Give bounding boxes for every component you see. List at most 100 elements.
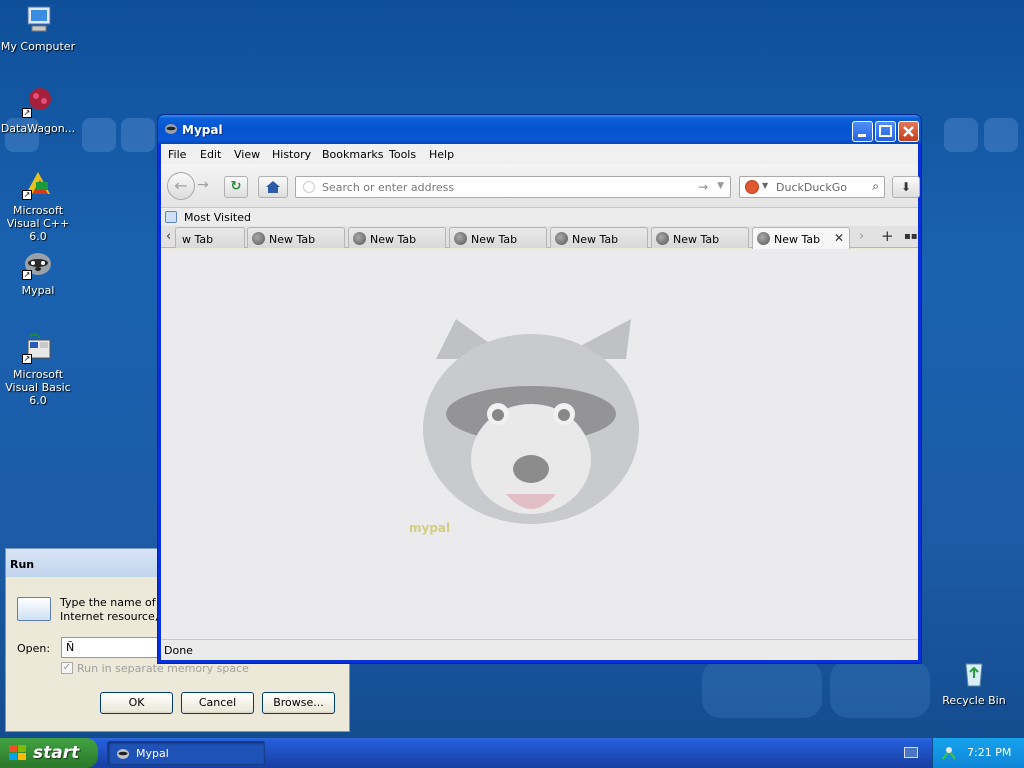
menu-file[interactable]: File — [168, 148, 186, 161]
close-icon — [903, 126, 914, 137]
shortcut-arrow-icon: ↗ — [22, 108, 32, 118]
back-button[interactable]: ← — [167, 172, 195, 200]
desktop-icon-recycle-bin[interactable]: Recycle Bin — [934, 658, 1014, 707]
window-titlebar[interactable]: Mypal — [158, 115, 921, 144]
tab-label: New Tab — [673, 233, 720, 246]
ok-button[interactable]: OK — [100, 692, 173, 714]
tab[interactable]: New Tab — [348, 227, 446, 248]
tab-strip: ‹ w Tab New Tab New Tab New Tab New Tab — [161, 226, 918, 249]
desktop-decoration — [830, 660, 930, 718]
bookmark-most-visited[interactable]: Most Visited — [184, 211, 251, 224]
new-tab-icon[interactable]: + — [881, 227, 894, 245]
status-text: Done — [164, 644, 193, 657]
history-dropdown-icon[interactable]: ▼ — [717, 181, 724, 191]
download-icon: ⬇ — [900, 180, 912, 194]
search-bar[interactable]: ▼ DuckDuckGo ⌕ — [739, 176, 885, 198]
mypal-raccoon-icon — [116, 747, 130, 761]
desktop-icon-label: My Computer — [0, 40, 76, 53]
taskbar-item-mypal[interactable]: Mypal — [107, 741, 265, 765]
tab[interactable]: New Tab — [247, 227, 345, 248]
tab-label: New Tab — [471, 233, 518, 246]
cancel-button[interactable]: Cancel — [181, 692, 254, 714]
reload-button[interactable]: ↻ — [224, 176, 248, 198]
tab-label: New Tab — [269, 233, 316, 246]
home-button[interactable] — [258, 176, 288, 198]
maximize-button[interactable] — [875, 121, 896, 142]
mypal-raccoon-icon — [164, 122, 178, 136]
address-placeholder: Search or enter address — [322, 181, 455, 194]
navigation-toolbar: ← → ↻ Search or enter address → ▼ ▼ Duck… — [161, 164, 920, 208]
keyboard-icon[interactable] — [904, 747, 918, 758]
tab[interactable]: w Tab — [175, 227, 245, 248]
desktop-decoration — [944, 118, 978, 152]
start-button[interactable]: start — [0, 738, 98, 768]
desktop-icon-mypal[interactable]: ↗ Mypal — [0, 248, 78, 297]
taskbar: start Mypal 7:21 PM — [0, 738, 1024, 768]
go-arrow-icon[interactable]: → — [698, 180, 708, 194]
globe-icon — [757, 232, 770, 245]
tab[interactable]: New Tab — [550, 227, 648, 248]
list-all-tabs-icon[interactable]: ▪▪ — [904, 231, 918, 242]
desktop-icon-label: Mypal — [21, 284, 55, 297]
menu-view[interactable]: View — [234, 148, 260, 161]
system-tray: 7:21 PM — [932, 738, 1024, 768]
home-icon — [266, 181, 280, 193]
status-bar: Done — [161, 639, 918, 660]
computer-icon — [22, 4, 54, 36]
arrow-left-icon: ← — [174, 176, 188, 195]
clock[interactable]: 7:21 PM — [967, 746, 1011, 759]
run-open-label: Open: — [17, 642, 51, 655]
menu-edit[interactable]: Edit — [200, 148, 221, 161]
tab-label: w Tab — [182, 233, 214, 246]
close-button[interactable] — [898, 121, 919, 142]
desktop-decoration — [121, 118, 155, 152]
browse-button[interactable]: Browse... — [262, 692, 335, 714]
menu-help[interactable]: Help — [429, 148, 454, 161]
desktop-icon-label: Microsoft Visual C++ 6.0 — [6, 204, 70, 243]
forward-button[interactable]: → — [197, 177, 209, 193]
address-bar[interactable]: Search or enter address → ▼ — [295, 176, 731, 198]
search-placeholder: DuckDuckGo — [776, 181, 847, 194]
menu-history[interactable]: History — [272, 148, 311, 161]
scroll-tabs-left-icon[interactable]: ‹ — [166, 229, 171, 244]
minimize-button[interactable] — [852, 121, 873, 142]
tab-active[interactable]: New Tab ✕ — [752, 227, 850, 249]
chevron-down-icon[interactable]: ▼ — [762, 181, 768, 190]
desktop-icon-visual-basic[interactable]: ↗ Microsoft Visual Basic 6.0 — [0, 332, 78, 407]
desktop-icon-label: DataWagon... — [0, 122, 76, 135]
close-tab-icon[interactable]: ✕ — [834, 231, 844, 245]
minimize-icon — [858, 134, 866, 137]
globe-icon — [252, 232, 265, 245]
menu-bookmarks[interactable]: Bookmarks — [322, 148, 383, 161]
visual-basic-icon: ↗ — [22, 332, 54, 364]
downloads-button[interactable]: ⬇ — [892, 176, 920, 198]
mypal-window: Mypal File Edit View History Bookmarks T… — [157, 114, 922, 664]
tab[interactable]: New Tab — [651, 227, 749, 248]
run-separate-memory-checkbox[interactable]: ✓ — [61, 662, 73, 674]
search-icon[interactable]: ⌕ — [872, 179, 879, 194]
tab-label: New Tab — [572, 233, 619, 246]
mypal-raccoon-logo — [423, 319, 639, 524]
desktop-icon-label: Recycle Bin — [942, 694, 1006, 707]
tab[interactable]: New Tab — [449, 227, 547, 248]
desktop-decoration — [984, 118, 1018, 152]
page-content: mypal — [161, 249, 918, 639]
duckduckgo-icon[interactable] — [745, 180, 759, 194]
shortcut-arrow-icon: ↗ — [22, 190, 32, 200]
desktop-decoration — [702, 660, 822, 718]
desktop-icon-label: Microsoft Visual Basic 6.0 — [5, 368, 71, 407]
site-identity-icon — [303, 181, 315, 193]
desktop-icon-my-computer[interactable]: My Computer — [0, 4, 78, 53]
scroll-tabs-right-icon[interactable]: › — [859, 229, 864, 244]
visual-cpp-icon: ↗ — [22, 168, 54, 200]
windows-logo-icon — [9, 745, 27, 761]
maximize-icon — [879, 125, 892, 137]
window-title: Mypal — [182, 123, 223, 137]
desktop-icon-datawagon[interactable]: ↗ DataWagon... — [0, 86, 78, 135]
menu-tools[interactable]: Tools — [389, 148, 416, 161]
desktop-icon-visual-cpp[interactable]: ↗ Microsoft Visual C++ 6.0 — [0, 168, 78, 243]
globe-icon — [454, 232, 467, 245]
datawagon-icon: ↗ — [22, 86, 54, 118]
menu-bar: File Edit View History Bookmarks Tools H… — [161, 144, 918, 164]
network-icon[interactable] — [941, 745, 957, 761]
